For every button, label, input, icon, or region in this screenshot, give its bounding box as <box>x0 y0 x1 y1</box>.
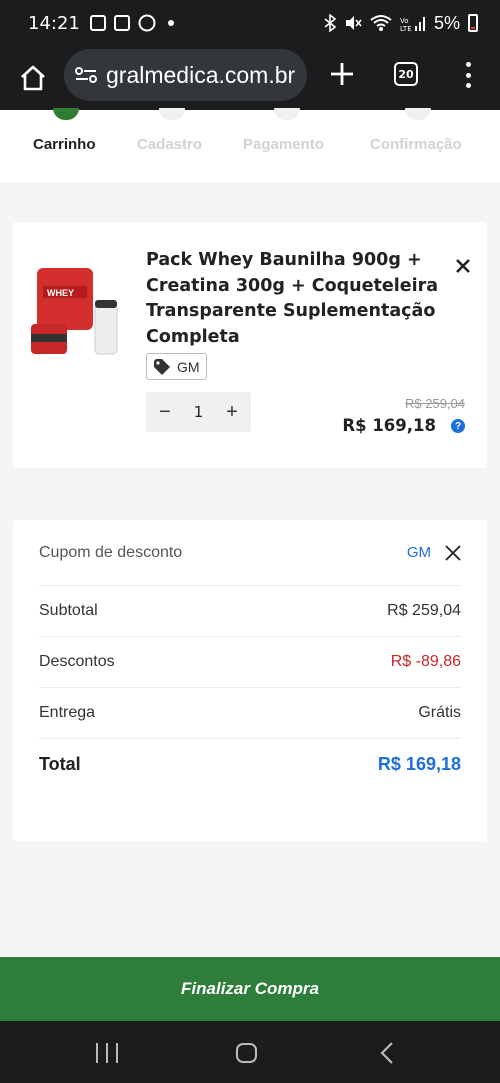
decrease-quantity-button[interactable]: − <box>156 401 174 424</box>
quantity-value: 1 <box>193 403 204 421</box>
total-label: Total <box>39 753 81 774</box>
alert-icon <box>113 15 130 31</box>
checkout-button[interactable]: Finalizar Compra <box>0 957 500 1021</box>
order-summary: Cupom de desconto GM Subtotal R$ 259,04 … <box>13 520 487 841</box>
signal-icon: VoLTE <box>400 17 425 32</box>
coupon-code: GM <box>406 544 431 561</box>
quantity-stepper: − 1 + <box>146 392 251 432</box>
svg-text:Vo: Vo <box>400 17 409 25</box>
bluetooth-icon <box>324 14 336 32</box>
product-title[interactable]: Pack Whey Baunilha 900g + Creatina 300g … <box>146 248 446 350</box>
discounts-row: Descontos R$ -89,86 <box>39 637 461 688</box>
product-image: WHEY <box>31 268 118 355</box>
coupon-tag-label: GM <box>177 358 200 375</box>
new-tab-icon[interactable] <box>328 60 356 88</box>
browser-toolbar: gralmedica.com.br 20 <box>0 46 500 110</box>
checkout-steps: Carrinho Cadastro Pagamento Confirmação <box>0 108 500 182</box>
original-price: R$ 259,04 <box>405 396 465 411</box>
battery-icon <box>468 14 478 32</box>
tab-switcher-button[interactable]: 20 <box>394 62 418 86</box>
site-settings-icon[interactable] <box>74 65 98 85</box>
remove-item-icon[interactable] <box>455 258 471 274</box>
subtotal-row: Subtotal R$ 259,04 <box>39 586 461 637</box>
step-carrinho: Carrinho <box>33 136 96 153</box>
notification-icons <box>89 14 174 32</box>
delivery-label: Entrega <box>39 704 96 721</box>
url-text: gralmedica.com.br <box>106 61 296 88</box>
home-icon[interactable] <box>18 63 48 93</box>
step-pagamento: Pagamento <box>243 136 324 153</box>
svg-text:LTE: LTE <box>400 25 412 32</box>
cart-item: WHEY Pack Whey Baunilha 900g + Creatina … <box>13 222 487 468</box>
status-bar: 14:21 Vo LTE 5% <box>0 0 500 46</box>
step-indicator <box>159 108 185 120</box>
applied-coupon-tag: GM <box>146 353 207 380</box>
subtotal-value: R$ 259,04 <box>387 602 461 619</box>
status-time: 14:21 <box>28 12 80 34</box>
nav-home-icon[interactable] <box>236 1043 257 1063</box>
price-info-icon[interactable]: ? <box>451 419 465 433</box>
system-nav-bar <box>0 1021 500 1083</box>
back-icon[interactable] <box>380 1041 394 1065</box>
step-confirmacao: Confirmação <box>370 136 462 153</box>
more-notifications-icon <box>167 20 174 26</box>
delivery-value: Grátis <box>418 704 461 721</box>
coupon-row: Cupom de desconto GM <box>39 520 461 586</box>
total-row: Total R$ 169,18 <box>39 739 461 789</box>
svg-text:WHEY: WHEY <box>47 288 74 298</box>
total-value: R$ 169,18 <box>377 753 461 774</box>
coupon-label: Cupom de desconto <box>39 543 183 561</box>
battery-percent: 5% <box>433 12 460 33</box>
wifi-icon <box>370 15 392 31</box>
delivery-row: Entrega Grátis <box>39 688 461 739</box>
subtotal-label: Subtotal <box>39 602 98 619</box>
recent-apps-icon[interactable] <box>96 1043 118 1063</box>
browser-menu-icon[interactable] <box>464 62 472 88</box>
remove-coupon-icon[interactable] <box>445 544 461 561</box>
step-indicator <box>405 108 431 120</box>
step-cadastro: Cadastro <box>137 136 203 153</box>
discounted-price: R$ 169,18 <box>342 416 436 435</box>
gallery-icon <box>89 15 106 31</box>
whatsapp-icon <box>138 14 156 32</box>
mute-icon <box>345 16 362 30</box>
address-bar[interactable]: gralmedica.com.br <box>64 49 307 101</box>
step-indicator <box>274 108 300 120</box>
increase-quantity-button[interactable]: + <box>223 401 241 424</box>
tag-icon <box>154 358 170 375</box>
discounts-label: Descontos <box>39 653 115 670</box>
step-indicator-active <box>53 108 79 120</box>
system-icons: Vo LTE 5% <box>324 13 478 34</box>
discounts-value: R$ -89,86 <box>390 653 461 670</box>
